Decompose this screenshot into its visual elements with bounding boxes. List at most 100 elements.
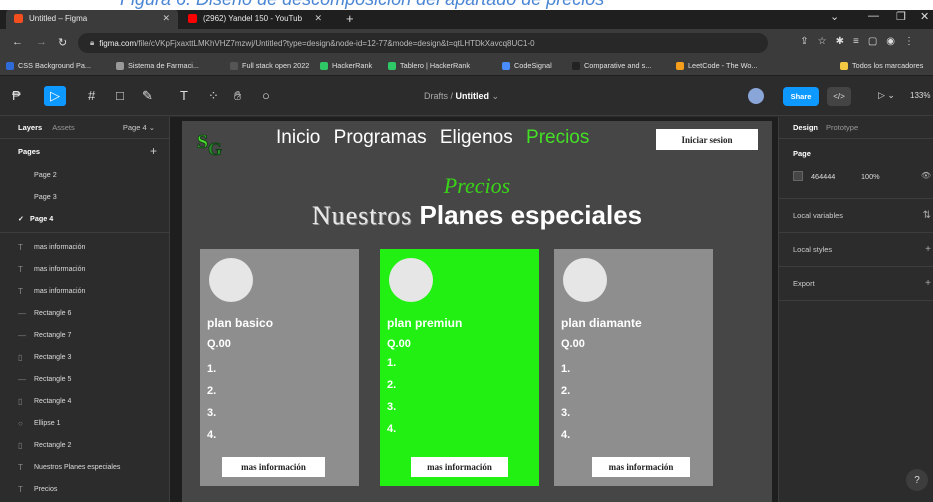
page-section: Page 464444 100% 👁︎ [779, 139, 933, 199]
layer-row[interactable]: Tmas información [0, 236, 169, 258]
layer-row[interactable]: ▯ Rectangle 2 [0, 434, 169, 456]
text-layer-icon: T [18, 242, 23, 252]
bookmark-item[interactable]: Sistema de Farmaci... [116, 61, 199, 70]
site-nav: Inicio Programas Eligenos Precios [276, 127, 597, 149]
layer-row[interactable]: T Precios [0, 478, 169, 500]
tab-layers[interactable]: Layers [18, 123, 42, 132]
layer-row[interactable]: T Nuestros Planes especiales [0, 456, 169, 478]
layer-row[interactable]: ▯ Rectangle 4 [0, 390, 169, 412]
local-styles-section[interactable]: Local styles + [779, 233, 933, 267]
shape-tool-icon[interactable]: □ [116, 88, 124, 103]
zoom-level[interactable]: 133% [910, 91, 930, 100]
plan-name: plan diamante [561, 316, 642, 330]
address-bar-row: ← → ↻ 🔒︎ figma.com /file/cVKpFjxaxttLMKh… [0, 29, 933, 57]
more-info-button[interactable]: mas información [411, 457, 508, 477]
page-item[interactable]: Page 3 [0, 185, 169, 207]
line-layer-icon: — [18, 308, 26, 318]
pen-tool-icon[interactable]: ✎ [142, 88, 153, 104]
chevron-down-icon[interactable]: ⌄ [830, 10, 839, 23]
tab-design[interactable]: Design [793, 123, 818, 132]
comment-tool-icon[interactable]: ○ [262, 88, 270, 103]
forward-icon[interactable]: → [36, 36, 47, 48]
page-color-hex[interactable]: 464444 [811, 172, 835, 181]
layer-row[interactable]: ○ Ellipse 1 [0, 412, 169, 434]
frame-tool-icon[interactable]: # [88, 88, 95, 103]
plan-card-diamante[interactable]: plan diamante Q.00 1. 2. 3. 4. mas informac… [554, 249, 713, 486]
layer-row[interactable]: ▯ Rectangle 3 [0, 346, 169, 368]
bookmark-item[interactable]: Tablero | HackerRank [388, 61, 470, 70]
nav-link-eligenos[interactable]: Eligenos [440, 127, 513, 148]
tab-assets[interactable]: Assets [52, 123, 75, 132]
line-layer-icon: — [18, 330, 26, 340]
bookmark-item[interactable]: Todos los marcadores [840, 61, 923, 70]
resources-icon[interactable]: ⁘ [208, 88, 219, 104]
bookmark-item[interactable]: CSS Background Pa... [6, 61, 91, 70]
add-page-icon[interactable]: + [150, 144, 157, 158]
login-button[interactable]: Iniciar sesion [656, 129, 758, 150]
browser-tab-youtube[interactable]: (2962) Yandel 150 - YouTub ✕ [180, 8, 330, 29]
bookmark-item[interactable]: Full stack open 2022 [230, 61, 309, 70]
more-info-button[interactable]: mas información [222, 457, 325, 477]
present-icon[interactable]: ▷ ⌄ [878, 90, 895, 101]
youtube-favicon-icon [188, 14, 197, 23]
browser-extension-icons[interactable]: ⇪☆✱≡▢◉⋮ [800, 36, 923, 47]
close-icon[interactable]: ✕ [314, 13, 322, 24]
design-frame[interactable]: S G Inicio Programas Eligenos Precios In… [182, 121, 772, 502]
bookmark-item[interactable]: LeetCode - The Wo... [676, 61, 758, 70]
bookmark-item[interactable]: CodeSignal [502, 61, 552, 70]
plan-card-premiun[interactable]: plan premiun Q.00 1. 2. 3. 4. mas informaci… [380, 249, 539, 486]
export-section[interactable]: Export + [779, 267, 933, 301]
line-layer-icon: — [18, 374, 26, 384]
nav-link-precios[interactable]: Precios [526, 127, 589, 148]
text-layer-icon: T [18, 484, 23, 494]
tab-prototype[interactable]: Prototype [826, 123, 858, 132]
add-style-icon[interactable]: + [925, 244, 931, 255]
properties-panel: Design Prototype Page 464444 100% 👁︎ Loc… [778, 117, 933, 502]
bookmark-item[interactable]: Comparative and s... [572, 61, 651, 70]
page-item-current[interactable]: ✓ Page 4 [0, 207, 169, 229]
local-variables-section[interactable]: Local variables ⇅ [779, 199, 933, 233]
hand-tool-icon[interactable]: ✋︎ [234, 88, 241, 104]
more-info-button[interactable]: mas información [592, 457, 690, 477]
page-color-swatch[interactable] [793, 171, 803, 181]
layer-row[interactable]: — Rectangle 5 [0, 368, 169, 390]
share-button[interactable]: Share [783, 87, 819, 106]
back-icon[interactable]: ← [12, 36, 23, 48]
browser-tab-figma[interactable]: Untitled – Figma ✕ [6, 8, 178, 29]
main-menu-icon[interactable]: ₱ [12, 88, 21, 103]
nav-link-inicio[interactable]: Inicio [276, 127, 320, 148]
page-color-opacity[interactable]: 100% [861, 172, 880, 181]
eye-icon[interactable]: 👁︎ [921, 171, 931, 180]
text-tool-icon[interactable]: T [180, 88, 188, 103]
bookmark-item[interactable]: HackerRank [320, 61, 372, 70]
restore-icon[interactable]: ❐ [896, 10, 906, 23]
browser-tab-bar: Untitled – Figma ✕ (2962) Yandel 150 - Y… [0, 8, 933, 29]
layers-panel: Layers Assets Page 4 ⌄ Pages + Page 2 Pa… [0, 117, 170, 502]
check-icon: ✓ [18, 213, 25, 223]
layer-row[interactable]: — Rectangle 7 [0, 324, 169, 346]
dev-mode-button[interactable]: </> [827, 87, 851, 106]
nav-link-programas[interactable]: Programas [334, 127, 427, 148]
layer-row[interactable]: Tmas información [0, 258, 169, 280]
plan-features: 1. 2. 3. 4. [207, 363, 217, 441]
current-page-selector[interactable]: Page 4 ⌄ [123, 123, 155, 132]
minimize-icon[interactable]: — [868, 10, 879, 22]
breadcrumb[interactable]: Drafts / Untitled ⌄ [424, 91, 499, 102]
avatar[interactable] [748, 88, 764, 104]
window-close-icon[interactable]: ✕ [920, 10, 929, 23]
move-tool-icon[interactable]: ▷ [44, 86, 66, 106]
plan-card-basico[interactable]: plan basico Q.00 1. 2. 3. 4. mas informació… [200, 249, 359, 486]
plan-price: Q.00 [207, 338, 231, 350]
reload-icon[interactable]: ↻ [58, 36, 67, 49]
add-export-icon[interactable]: + [925, 278, 931, 289]
help-button[interactable]: ? [906, 469, 928, 491]
file-name: Untitled [455, 91, 490, 101]
canvas[interactable]: S G Inicio Programas Eligenos Precios In… [170, 117, 778, 502]
variables-icon[interactable]: ⇅ [923, 210, 931, 221]
close-icon[interactable]: ✕ [162, 13, 170, 24]
new-tab-icon[interactable]: + [346, 11, 354, 26]
page-item[interactable]: Page 2 [0, 163, 169, 185]
layer-row[interactable]: Tmas información [0, 280, 169, 302]
layer-row[interactable]: — Rectangle 6 [0, 302, 169, 324]
url-field[interactable]: 🔒︎ figma.com /file/cVKpFjxaxttLMKhVHZ7mz… [78, 33, 768, 53]
